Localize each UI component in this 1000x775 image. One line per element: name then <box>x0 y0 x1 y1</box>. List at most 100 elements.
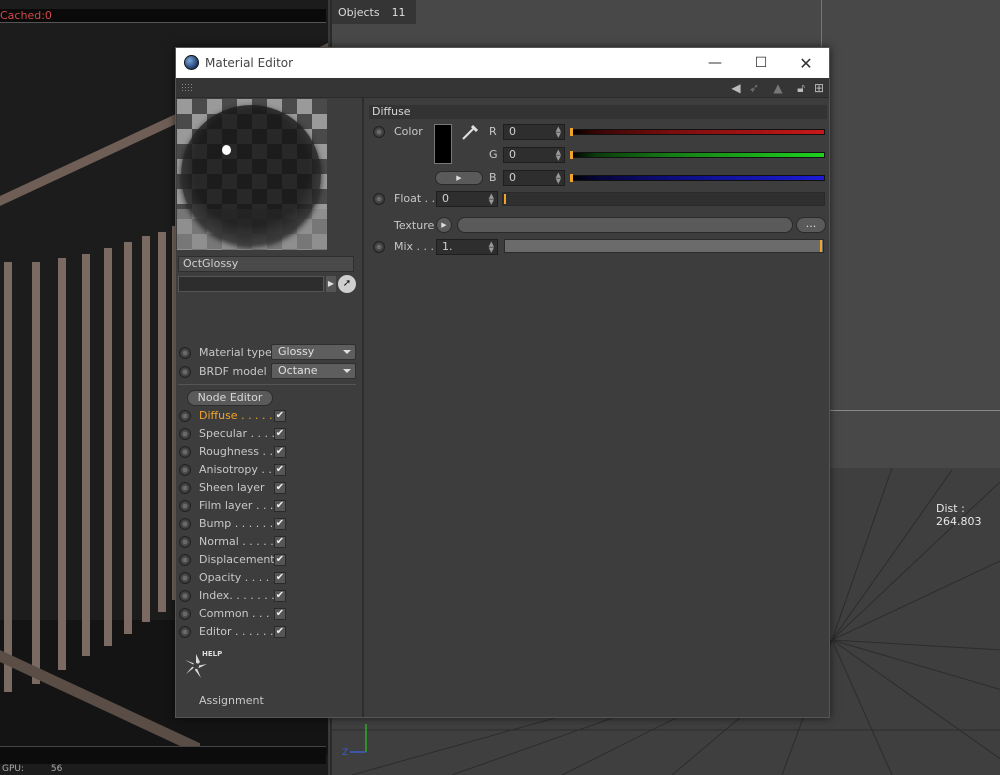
spin-arrows-icon[interactable]: ▲ ▼ <box>556 149 561 162</box>
railing-baluster <box>104 248 112 646</box>
channel-radio-common[interactable] <box>179 608 191 620</box>
material-type-radio[interactable] <box>179 347 191 359</box>
channel-checkbox-opacity[interactable]: ✔ <box>274 572 286 584</box>
channel-checkbox-film[interactable]: ✔ <box>274 500 286 512</box>
channel-radio-normal[interactable] <box>179 536 191 548</box>
material-editor-window[interactable]: Material Editor — ☐ ✕ ◀ ➶ ▲ 🔓︎ ⊞ OctGlos… <box>175 47 830 718</box>
b-slider[interactable] <box>570 174 825 182</box>
mix-input[interactable]: 1. ▲ ▼ <box>436 239 498 255</box>
spin-arrows-icon[interactable]: ▲ ▼ <box>489 241 494 254</box>
grip-icon[interactable] <box>181 83 193 93</box>
channel-label-sheen[interactable]: Sheen layer <box>199 481 265 495</box>
channel-label-film[interactable]: Film layer . . . <box>199 499 273 513</box>
channel-checkbox-anisotropy[interactable]: ✔ <box>274 464 286 476</box>
channel-checkbox-index[interactable]: ✔ <box>274 590 286 602</box>
brdf-model-dropdown[interactable]: Octane <box>271 363 356 379</box>
b-input[interactable]: 0 ▲ ▼ <box>503 170 565 186</box>
railing-baluster <box>82 254 90 656</box>
channel-radio-index[interactable] <box>179 590 191 602</box>
spin-arrows-icon[interactable]: ▲ ▼ <box>489 193 494 206</box>
r-slider[interactable] <box>570 128 825 136</box>
channel-radio-roughness[interactable] <box>179 446 191 458</box>
assignment-tab[interactable]: Assignment <box>199 694 264 707</box>
window-title: Material Editor <box>205 56 294 70</box>
channel-radio-bump[interactable] <box>179 518 191 530</box>
float-slider[interactable] <box>502 192 825 206</box>
g-input[interactable]: 0 ▲ ▼ <box>503 147 565 163</box>
mix-slider[interactable] <box>504 239 824 253</box>
channel-checkbox-specular[interactable]: ✔ <box>274 428 286 440</box>
channel-label-bump[interactable]: Bump . . . . . . <box>199 517 273 531</box>
texture-expand-button[interactable]: ▶ <box>436 217 452 233</box>
float-input[interactable]: 0 ▲ ▼ <box>436 191 498 207</box>
float-label: Float . . <box>394 192 436 205</box>
texture-more-button[interactable]: ... <box>796 217 826 233</box>
channel-label-common[interactable]: Common . . . . <box>199 607 277 621</box>
channel-radio-film[interactable] <box>179 500 191 512</box>
b-value: 0 <box>509 171 516 184</box>
material-type-dropdown[interactable]: Glossy <box>271 344 356 360</box>
spin-arrows-icon[interactable]: ▲ ▼ <box>556 172 561 185</box>
node-editor-button[interactable]: Node Editor <box>187 390 273 406</box>
arrow-up-icon[interactable]: ▲ <box>769 80 787 96</box>
channel-checkbox-common[interactable]: ✔ <box>274 608 286 620</box>
channel-radio-opacity[interactable] <box>179 572 191 584</box>
slider-marker[interactable] <box>570 128 573 136</box>
channel-label-roughness[interactable]: Roughness . . <box>199 445 273 459</box>
minimize-button[interactable]: — <box>692 48 738 78</box>
texture-field[interactable] <box>457 217 793 233</box>
slider-marker[interactable] <box>570 174 573 182</box>
spin-arrows-icon[interactable]: ▲ ▼ <box>556 126 561 139</box>
horizon-line <box>830 410 1000 411</box>
channel-label-diffuse[interactable]: Diffuse . . . . . <box>199 409 273 423</box>
channel-label-opacity[interactable]: Opacity . . . . . <box>199 571 276 585</box>
channel-label-anisotropy[interactable]: Anisotropy . . <box>199 463 272 477</box>
slider-marker[interactable] <box>570 151 573 159</box>
arrow-left-icon[interactable]: ◀ <box>727 80 745 96</box>
channel-checkbox-editor[interactable]: ✔ <box>274 626 286 638</box>
maximize-button[interactable]: ☐ <box>738 48 784 78</box>
mix-radio[interactable] <box>373 241 385 253</box>
arrow-right-icon[interactable]: ➶ <box>745 80 763 96</box>
title-bar[interactable]: Material Editor — ☐ ✕ <box>176 48 829 78</box>
float-value: 0 <box>442 192 449 205</box>
r-input[interactable]: 0 ▲ ▼ <box>503 124 565 140</box>
channel-label-editor[interactable]: Editor . . . . . . <box>199 625 274 639</box>
channel-checkbox-bump[interactable]: ✔ <box>274 518 286 530</box>
objects-counter: Objects 11 <box>332 0 416 24</box>
channel-label-displacement[interactable]: Displacement <box>199 553 275 567</box>
channel-radio-editor[interactable] <box>179 626 191 638</box>
float-radio[interactable] <box>373 193 385 205</box>
channel-label-index[interactable]: Index. . . . . . . <box>199 589 275 603</box>
color-expand-button[interactable]: ▶ <box>435 171 483 185</box>
channel-radio-diffuse[interactable] <box>179 410 191 422</box>
objects-label: Objects <box>338 6 380 19</box>
g-slider[interactable] <box>570 151 825 159</box>
slider-marker[interactable] <box>820 240 822 252</box>
brdf-model-radio[interactable] <box>179 366 191 378</box>
channel-label-specular[interactable]: Specular . . . . <box>199 427 275 441</box>
link-field[interactable] <box>178 276 324 292</box>
channel-label-normal[interactable]: Normal . . . . . <box>199 535 274 549</box>
channel-checkbox-roughness[interactable]: ✔ <box>274 446 286 458</box>
eyedropper-icon[interactable] <box>460 122 480 142</box>
pick-object-icon[interactable]: ➚ <box>338 275 356 293</box>
link-arrow-button[interactable]: ▶ <box>326 276 336 292</box>
r-label: R <box>489 125 497 138</box>
color-radio[interactable] <box>373 126 385 138</box>
channel-radio-sheen[interactable] <box>179 482 191 494</box>
channel-checkbox-sheen[interactable]: ✔ <box>274 482 286 494</box>
channel-radio-specular[interactable] <box>179 428 191 440</box>
lock-icon[interactable]: 🔓︎ <box>792 80 810 96</box>
close-button[interactable]: ✕ <box>783 48 829 78</box>
material-preview[interactable] <box>177 99 327 250</box>
channel-checkbox-displacement[interactable]: ✔ <box>274 554 286 566</box>
color-swatch[interactable] <box>434 124 452 164</box>
slider-marker[interactable] <box>504 194 506 204</box>
new-panel-icon[interactable]: ⊞ <box>810 80 828 96</box>
channel-checkbox-diffuse[interactable]: ✔ <box>274 410 286 422</box>
channel-radio-anisotropy[interactable] <box>179 464 191 476</box>
material-name-field[interactable]: OctGlossy <box>178 256 354 272</box>
channel-radio-displacement[interactable] <box>179 554 191 566</box>
channel-checkbox-normal[interactable]: ✔ <box>274 536 286 548</box>
